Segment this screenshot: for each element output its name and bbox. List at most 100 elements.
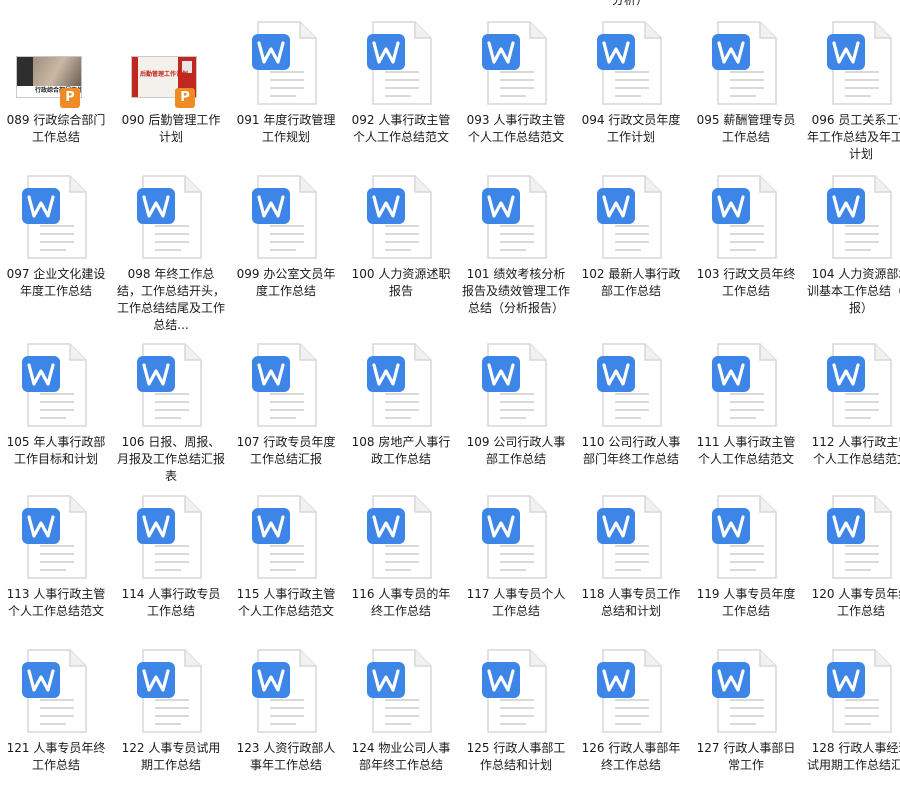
file-item[interactable]: 117 人事专员个人工作总结 bbox=[460, 492, 572, 620]
file-name: 114 人事行政专员工作总结 bbox=[121, 587, 221, 618]
file-name: 113 人事行政主管个人工作总结范文 bbox=[6, 587, 106, 618]
word-doc-icon bbox=[821, 646, 900, 736]
file-name: 104 人力资源部培训基本工作总结（汇报） bbox=[807, 267, 900, 315]
preview-title-text: 后勤管理工作计划 bbox=[140, 71, 189, 78]
word-doc-icon bbox=[131, 492, 211, 582]
word-doc-icon bbox=[821, 18, 900, 108]
file-item[interactable]: 099 办公室文员年度工作总结 bbox=[230, 172, 342, 300]
file-name: 096 员工关系工作年工作总结及年工作计划 bbox=[807, 113, 900, 161]
file-item[interactable]: 109 公司行政人事部工作总结 bbox=[460, 340, 572, 468]
file-name: 090 后勤管理工作计划 bbox=[121, 113, 221, 144]
file-item[interactable]: 118 人事专员工作总结和计划 bbox=[575, 492, 687, 620]
file-item[interactable]: 125 行政人事部工作总结和计划 bbox=[460, 646, 572, 774]
word-doc-icon bbox=[476, 172, 556, 262]
powerpoint-icon: P bbox=[60, 88, 80, 108]
file-name: 117 人事专员个人工作总结 bbox=[466, 587, 566, 618]
file-item[interactable]: 096 员工关系工作年工作总结及年工作计划 bbox=[805, 18, 900, 163]
word-doc-icon bbox=[361, 340, 441, 430]
file-item[interactable]: 后勤管理工作计划 P 090 后勤管理工作计划 bbox=[115, 18, 227, 146]
file-name: 102 最新人事行政部工作总结 bbox=[581, 267, 681, 298]
word-doc-icon bbox=[361, 18, 441, 108]
file-name: 110 公司行政人事部门年终工作总结 bbox=[581, 435, 681, 466]
word-doc-icon bbox=[821, 172, 900, 262]
word-doc-icon bbox=[246, 492, 326, 582]
file-name: 128 行政人事经理试用期工作总结汇报 bbox=[807, 741, 900, 772]
word-doc-icon bbox=[246, 340, 326, 430]
file-name: 105 年人事行政部工作目标和计划 bbox=[6, 435, 106, 466]
file-item[interactable]: 095 薪酬管理专员工作总结 bbox=[690, 18, 802, 146]
file-item[interactable]: 092 人事行政主管个人工作总结范文 bbox=[345, 18, 457, 146]
file-name: 122 人事专员试用期工作总结 bbox=[121, 741, 221, 772]
file-item[interactable]: 102 最新人事行政部工作总结 bbox=[575, 172, 687, 300]
word-doc-icon bbox=[706, 172, 786, 262]
file-item[interactable]: 101 绩效考核分析报告及绩效管理工作总结（分析报告） bbox=[460, 172, 572, 317]
file-item[interactable]: 097 企业文化建设年度工作总结 bbox=[0, 172, 112, 300]
word-doc-icon bbox=[591, 646, 671, 736]
file-item[interactable]: 104 人力资源部培训基本工作总结（汇报） bbox=[805, 172, 900, 317]
word-doc-icon bbox=[361, 172, 441, 262]
file-item[interactable]: 112 人事行政主管个人工作总结范文 bbox=[805, 340, 900, 468]
file-name: 103 行政文员年终工作总结 bbox=[696, 267, 796, 298]
file-item[interactable]: 091 年度行政管理工作规划 bbox=[230, 18, 342, 146]
file-item[interactable]: 128 行政人事经理试用期工作总结汇报 bbox=[805, 646, 900, 774]
file-item[interactable]: 111 人事行政主管个人工作总结范文 bbox=[690, 340, 802, 468]
file-name: 115 人事行政主管个人工作总结范文 bbox=[236, 587, 336, 618]
word-doc-icon bbox=[591, 340, 671, 430]
file-name: 108 房地产人事行政工作总结 bbox=[351, 435, 451, 466]
file-item[interactable]: 100 人力资源述职报告 bbox=[345, 172, 457, 300]
word-doc-icon bbox=[361, 492, 441, 582]
file-item[interactable]: 120 人事专员年终工作总结 bbox=[805, 492, 900, 620]
file-item[interactable]: 115 人事行政主管个人工作总结范文 bbox=[230, 492, 342, 620]
file-item[interactable]: 093 人事行政主管个人工作总结范文 bbox=[460, 18, 572, 146]
word-doc-icon bbox=[131, 340, 211, 430]
file-item[interactable]: 105 年人事行政部工作目标和计划 bbox=[0, 340, 112, 468]
word-doc-icon bbox=[16, 492, 96, 582]
file-item[interactable]: 123 人资行政部人事年工作总结 bbox=[230, 646, 342, 774]
file-item[interactable]: 107 行政专员年度工作总结汇报 bbox=[230, 340, 342, 468]
file-item[interactable]: 103 行政文员年终工作总结 bbox=[690, 172, 802, 300]
file-name: 112 人事行政主管个人工作总结范文 bbox=[811, 435, 900, 466]
file-name: 097 企业文化建设年度工作总结 bbox=[6, 267, 106, 298]
file-item[interactable]: 108 房地产人事行政工作总结 bbox=[345, 340, 457, 468]
word-doc-icon bbox=[16, 646, 96, 736]
file-item[interactable]: 行政综合部门工作总结 P 089 行政综合部门工作总结 bbox=[0, 18, 112, 146]
file-item[interactable]: 114 人事行政专员工作总结 bbox=[115, 492, 227, 620]
file-name: 091 年度行政管理工作规划 bbox=[236, 113, 336, 144]
file-name: 100 人力资源述职报告 bbox=[351, 267, 451, 298]
file-item[interactable]: 094 行政文员年度工作计划 bbox=[575, 18, 687, 146]
file-name: 116 人事专员的年终工作总结 bbox=[351, 587, 451, 618]
file-name: 101 绩效考核分析报告及绩效管理工作总结（分析报告） bbox=[462, 267, 571, 315]
file-item[interactable]: 121 人事专员年终工作总结 bbox=[0, 646, 112, 774]
word-doc-icon bbox=[246, 18, 326, 108]
file-name: 093 人事行政主管个人工作总结范文 bbox=[466, 113, 566, 144]
word-doc-icon bbox=[821, 492, 900, 582]
word-doc-icon bbox=[476, 18, 556, 108]
file-item[interactable]: 126 行政人事部年终工作总结 bbox=[575, 646, 687, 774]
ppt-file-icon: 后勤管理工作计划 P bbox=[131, 18, 211, 108]
word-doc-icon bbox=[706, 18, 786, 108]
file-item[interactable]: 116 人事专员的年终工作总结 bbox=[345, 492, 457, 620]
word-doc-icon bbox=[16, 340, 96, 430]
file-item[interactable]: 113 人事行政主管个人工作总结范文 bbox=[0, 492, 112, 620]
file-name: 118 人事专员工作总结和计划 bbox=[581, 587, 681, 618]
word-doc-icon bbox=[591, 172, 671, 262]
file-name: 095 薪酬管理专员工作总结 bbox=[696, 113, 796, 144]
file-item[interactable]: 124 物业公司人事部年终工作总结 bbox=[345, 646, 457, 774]
word-doc-icon bbox=[131, 172, 211, 262]
word-doc-icon bbox=[476, 340, 556, 430]
file-item[interactable]: 106 日报、周报、月报及工作总结汇报表 bbox=[115, 340, 227, 485]
file-item[interactable]: 098 年终工作总结，工作总结开头，工作总结结尾及工作总结... bbox=[115, 172, 227, 334]
file-name: 111 人事行政主管个人工作总结范文 bbox=[696, 435, 796, 466]
file-item[interactable]: 127 行政人事部日常工作 bbox=[690, 646, 802, 774]
file-item[interactable]: 122 人事专员试用期工作总结 bbox=[115, 646, 227, 774]
ppt-file-icon: 行政综合部门工作总结 P bbox=[16, 18, 96, 108]
file-name: 125 行政人事部工作总结和计划 bbox=[466, 741, 566, 772]
word-doc-icon bbox=[591, 18, 671, 108]
word-doc-icon bbox=[821, 340, 900, 430]
file-item[interactable]: 110 公司行政人事部门年终工作总结 bbox=[575, 340, 687, 468]
file-item[interactable]: 119 人事专员年度工作总结 bbox=[690, 492, 802, 620]
file-name: 124 物业公司人事部年终工作总结 bbox=[351, 741, 451, 772]
file-name: 119 人事专员年度工作总结 bbox=[696, 587, 796, 618]
powerpoint-icon: P bbox=[175, 88, 195, 108]
file-name: 120 人事专员年终工作总结 bbox=[811, 587, 900, 618]
